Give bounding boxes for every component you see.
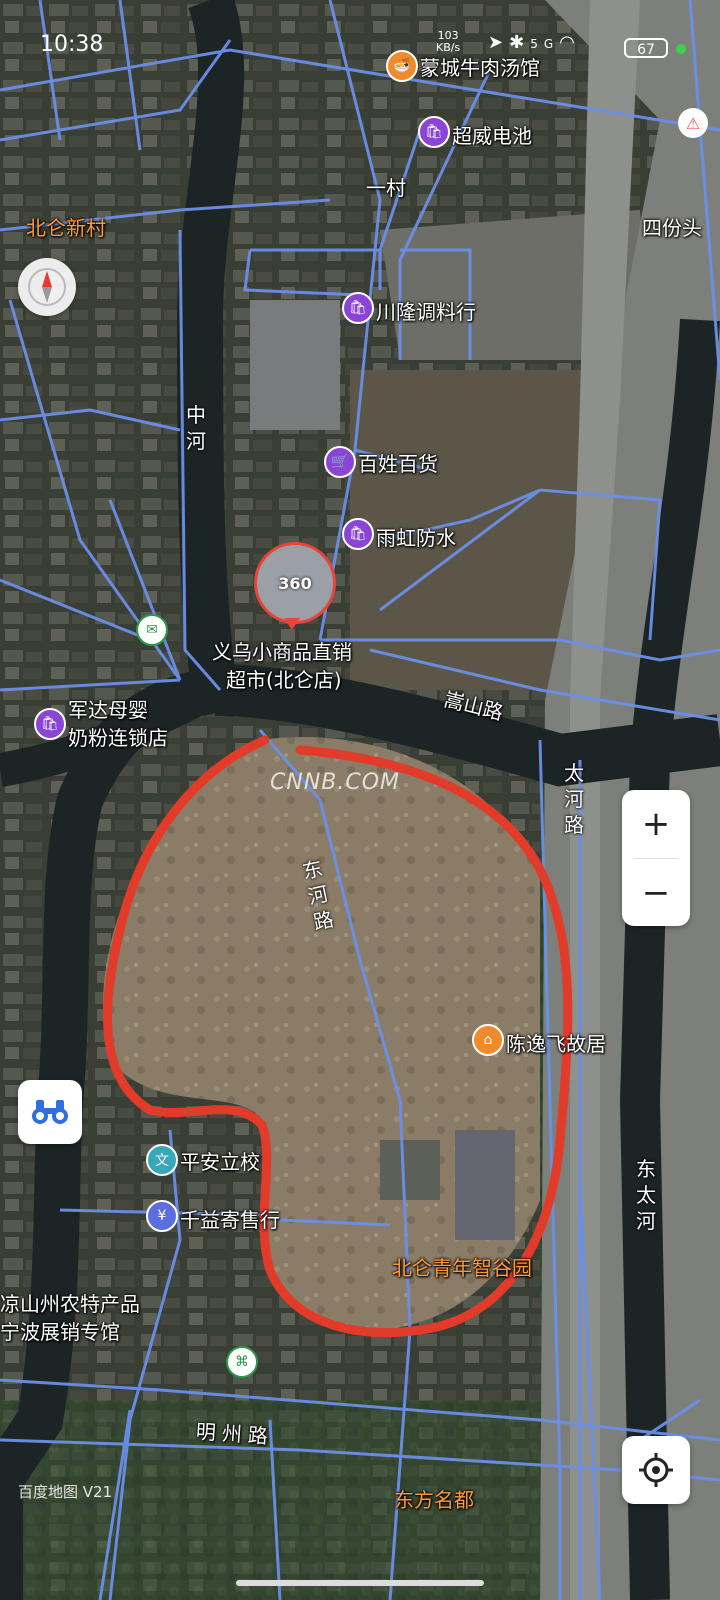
shopping-bag-icon[interactable]: 🛍	[418, 116, 450, 148]
road-label-dongtaihe: 东太河	[636, 1157, 656, 1233]
bluetooth-icon: ✱	[509, 32, 531, 53]
locate-icon	[639, 1453, 673, 1487]
school-icon[interactable]: 文	[146, 1144, 178, 1176]
poi-label-qianyi[interactable]: 千益寄售行	[180, 1204, 280, 1233]
battery-indicator: 67	[624, 38, 668, 58]
place-label-yicun: 一村	[366, 176, 406, 200]
home-indicator[interactable]	[236, 1580, 484, 1586]
post-office-icon[interactable]: ✉	[136, 614, 168, 646]
historic-house-icon[interactable]: ⌂	[472, 1024, 504, 1056]
poi-label-yuhong[interactable]: 雨虹防水	[376, 522, 456, 551]
cart-icon[interactable]: 🛒	[324, 446, 356, 478]
baidu-map-logo: 百度地图 V21	[18, 1483, 113, 1501]
shopping-bag-icon[interactable]: 🛍	[342, 518, 374, 550]
road-label-taihe: 太河路	[564, 761, 584, 837]
poi-label-chaowei[interactable]: 超威电池	[452, 120, 532, 149]
place-label-yiwu-line2[interactable]: 超市(北仑店)	[226, 664, 342, 693]
traffic-icon[interactable]: ⚠	[678, 108, 708, 138]
zoom-out-button[interactable]: −	[622, 859, 690, 927]
place-label-dongfang-mingdu[interactable]: 东方名都	[394, 1484, 474, 1513]
compass-icon	[28, 268, 66, 306]
road-label-zhonghe: 中河	[186, 403, 206, 453]
compass-button[interactable]	[18, 258, 76, 316]
status-bar: 10:38 103 KB/s ➤✱5G◠ 67	[0, 0, 720, 90]
poi-label-junda[interactable]: 军达母婴 奶粉连锁店	[68, 696, 168, 752]
poi-label-pingan[interactable]: 平安立校	[180, 1146, 260, 1175]
road-label-mingzhou: 明州路	[195, 1419, 275, 1449]
bank-icon[interactable]: ⌘	[226, 1346, 258, 1378]
binoculars-icon	[32, 1100, 68, 1124]
poi-label-chenyifei[interactable]: 陈逸飞故居	[506, 1028, 606, 1057]
status-time: 10:38	[40, 32, 104, 57]
restaurant-icon[interactable]: 🍜	[386, 50, 418, 82]
zoom-in-button[interactable]: +	[622, 790, 690, 858]
place-label-yiwu-line1[interactable]: 义乌小商品直销	[212, 636, 352, 665]
poi-label-baixing[interactable]: 百姓百货	[358, 448, 438, 477]
shopping-bag-icon[interactable]: 🛍	[34, 708, 66, 740]
street-view-badge: 360	[278, 573, 312, 593]
poi-label-liangshan[interactable]: 凉山州农特产品 宁波展销专馆	[0, 1290, 140, 1346]
wifi-icon: ◠	[559, 32, 581, 53]
poi-label-chuanlong[interactable]: 川隆调料行	[376, 296, 476, 325]
zoom-control: + −	[622, 790, 690, 926]
explore-button[interactable]	[18, 1080, 82, 1144]
poi-label-mengcheng[interactable]: 蒙城牛肉汤馆	[420, 52, 540, 81]
location-arrow-icon: ➤	[488, 32, 510, 53]
yen-icon[interactable]: ¥	[146, 1200, 178, 1232]
street-view-pointer-icon	[284, 618, 300, 630]
status-icons: ➤✱5G◠	[488, 32, 581, 53]
net-speed: 103 KB/s	[436, 29, 461, 54]
street-view-button[interactable]: 360	[254, 542, 336, 624]
watermark: CNNB.COM	[270, 770, 401, 795]
place-label-youth-park[interactable]: 北仑青年智谷园	[392, 1252, 532, 1281]
network-type: 5G	[530, 37, 560, 51]
satellite-map[interactable]	[0, 0, 720, 1600]
shopping-bag-icon[interactable]: 🛍	[342, 292, 374, 324]
place-label-sifentou: 四份头	[642, 216, 702, 240]
place-label-beilun-xincun[interactable]: 北仑新村	[26, 212, 106, 241]
privacy-dot-icon	[676, 44, 686, 54]
locate-button[interactable]	[622, 1436, 690, 1504]
